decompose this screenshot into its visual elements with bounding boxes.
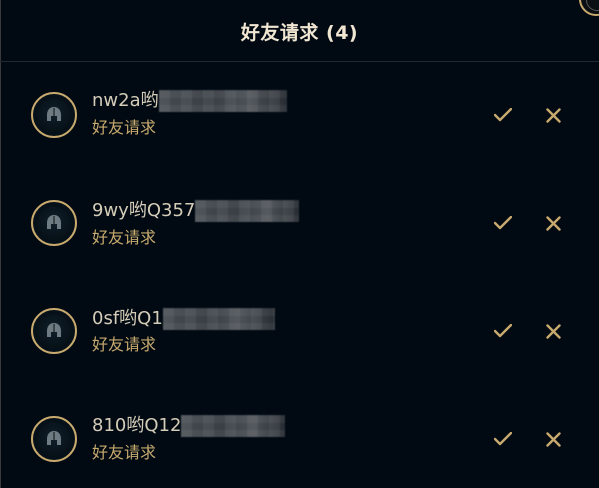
helmet-icon — [37, 422, 71, 456]
request-username: 0sf哟Q1 — [92, 308, 275, 330]
avatar — [31, 416, 77, 462]
panel-header: 好友请求 (4) — [0, 0, 599, 62]
accept-button[interactable] — [490, 102, 516, 128]
close-icon — [545, 107, 561, 123]
close-icon — [545, 215, 561, 231]
check-icon — [494, 108, 512, 122]
accept-button[interactable] — [490, 426, 516, 452]
request-status: 好友请求 — [92, 443, 157, 462]
helmet-icon — [37, 206, 71, 240]
helmet-icon — [37, 314, 71, 348]
avatar — [31, 200, 77, 246]
friend-request-row: 9wy哟Q357 好友请求 — [0, 170, 599, 278]
request-status: 好友请求 — [92, 118, 157, 137]
request-username: 810哟Q12 — [92, 415, 286, 437]
friend-requests-panel: 好友请求 (4) nw2a哟 好友请求 9wy哟Q357 好友请求 0sf哟Q1… — [0, 0, 599, 488]
decline-button[interactable] — [540, 210, 566, 236]
request-status: 好友请求 — [92, 335, 157, 354]
friend-request-row: nw2a哟 好友请求 — [0, 62, 599, 170]
request-username: nw2a哟 — [92, 90, 287, 112]
redacted-mask — [162, 308, 275, 330]
redacted-mask — [195, 200, 300, 222]
redacted-mask — [181, 415, 286, 437]
check-icon — [494, 216, 512, 230]
redacted-mask — [158, 90, 287, 112]
check-icon — [494, 432, 512, 446]
friend-request-row: 810哟Q12 好友请求 — [0, 386, 599, 488]
avatar — [31, 308, 77, 354]
accept-button[interactable] — [490, 210, 516, 236]
decline-button[interactable] — [540, 102, 566, 128]
decline-button[interactable] — [540, 318, 566, 344]
close-icon — [545, 323, 561, 339]
helmet-icon — [37, 98, 71, 132]
request-username: 9wy哟Q357 — [92, 200, 300, 222]
close-icon — [545, 431, 561, 447]
decline-button[interactable] — [540, 426, 566, 452]
check-icon — [494, 324, 512, 338]
avatar — [31, 92, 77, 138]
accept-button[interactable] — [490, 318, 516, 344]
request-status: 好友请求 — [92, 228, 157, 247]
panel-title: 好友请求 (4) — [240, 22, 359, 44]
friend-request-row: 0sf哟Q1 好友请求 — [0, 278, 599, 386]
